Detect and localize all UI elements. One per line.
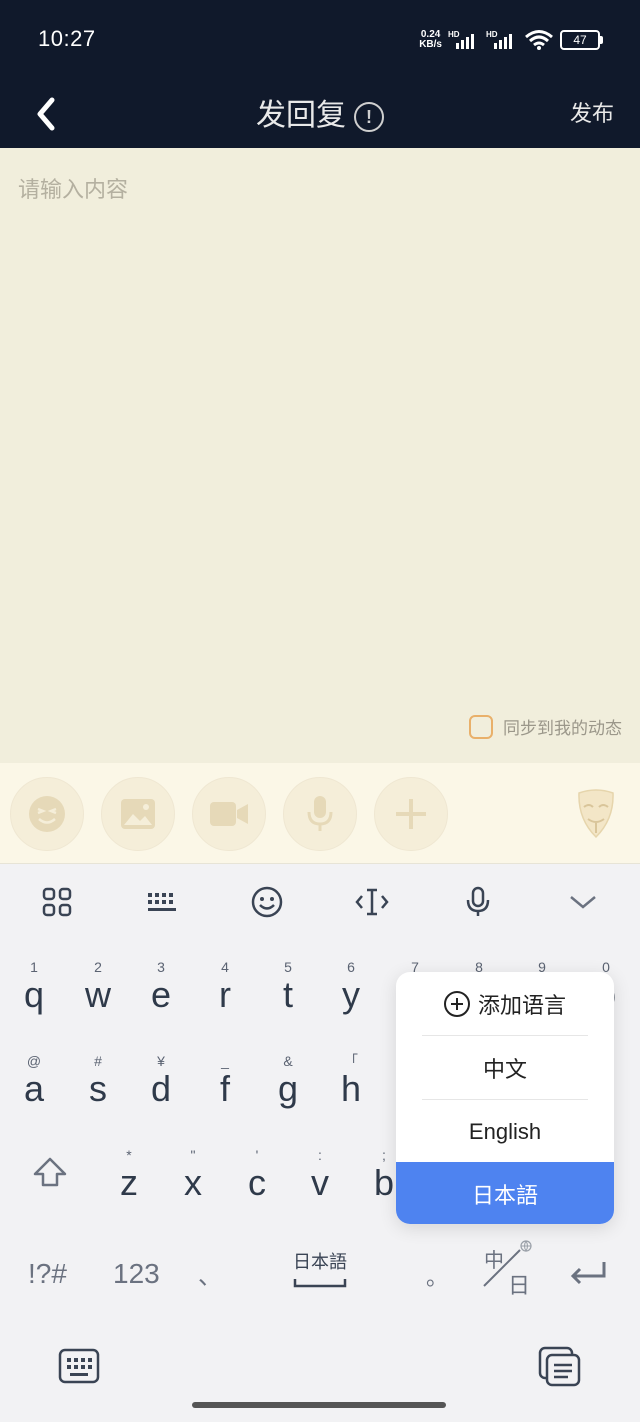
key-e[interactable]: 3e [133,958,189,1014]
svg-text:HD: HD [486,30,498,39]
header: 发回复! 发布 [0,80,640,148]
clipboard-icon[interactable] [538,1346,582,1388]
voice-button[interactable] [283,777,357,851]
plus-icon [396,799,426,829]
emoji-icon [29,796,65,832]
key-d[interactable]: ¥ d [133,1052,189,1108]
page-title: 发回复 [256,98,346,133]
key-f[interactable]: _ f [197,1052,253,1108]
key-q[interactable]: 1q [6,958,62,1014]
keyboard-switch-icon[interactable] [58,1348,100,1384]
battery-icon: 47 [560,30,603,50]
apps-grid-icon[interactable] [37,882,77,922]
key-s[interactable]: # s [70,1052,126,1108]
emoji-icon[interactable] [247,882,287,922]
space-bar-icon [293,1279,347,1288]
language-popup: 添加语言 中文 English 日本語 [396,972,614,1224]
attachment-toolbar [0,763,640,864]
key-t[interactable]: 5t [260,958,316,1014]
key-x[interactable]: " x [165,1146,221,1202]
sync-checkbox[interactable] [469,714,493,739]
shift-icon [33,1157,67,1187]
more-button[interactable] [374,777,448,851]
navigation-bar [0,1332,640,1422]
key-h[interactable]: 「h [323,1052,379,1108]
key-v[interactable]: :v [292,1146,348,1202]
home-indicator[interactable] [192,1402,446,1408]
key-r[interactable]: 4r [197,958,253,1014]
clock: 10:27 [38,26,96,51]
key-w[interactable]: 2w [70,958,126,1014]
cursor-control-icon[interactable] [352,882,392,922]
key-z[interactable]: * z [101,1146,157,1202]
signal-icon: HD [448,30,474,49]
reply-text-area[interactable]: 请输入内容 同步到我的动态 [0,148,640,763]
key-c[interactable]: ' c [229,1146,285,1202]
key-a[interactable]: @ a [6,1052,62,1108]
symbols-key[interactable]: !?# [28,1258,67,1290]
microphone-icon[interactable] [458,882,498,922]
space-key[interactable]: 日本語 [290,1248,350,1293]
image-icon [121,799,155,829]
collapse-keyboard-icon[interactable] [563,882,603,922]
microphone-icon [307,796,333,831]
numbers-key[interactable]: 123 [113,1258,160,1290]
keyboard-toolbar [0,864,640,942]
add-circle-icon [443,990,470,1017]
image-button[interactable] [101,777,175,851]
key-y[interactable]: 6y [323,958,379,1014]
publish-button[interactable]: 发布 [570,96,614,128]
wifi-icon [525,30,553,50]
language-switch-icon [483,1240,532,1287]
keyboard-layout-icon[interactable] [142,882,182,922]
video-icon [210,802,248,826]
sync-label: 同步到我的动态 [503,719,622,739]
svg-text:HD: HD [448,30,460,39]
signal-icon-2: HD [486,30,512,49]
enter-icon [570,1262,606,1285]
comma-key[interactable]: 、 [198,1256,222,1291]
shift-key[interactable] [22,1156,78,1192]
period-key[interactable]: 。 [426,1260,448,1292]
status-icons: 0.24 KB/s HD HD 47 [419,26,603,54]
editor-placeholder: 请输入内容 [18,178,129,203]
anonymous-mask-icon[interactable] [576,789,616,839]
key-g[interactable]: & g [260,1052,316,1108]
language-option-japanese[interactable]: 日本語 [396,1162,614,1224]
language-switch-key[interactable]: 中 日 [480,1240,536,1299]
language-option-chinese[interactable]: 中文 [396,1036,614,1099]
language-option-english[interactable]: English [396,1100,614,1163]
enter-key[interactable] [568,1258,612,1290]
sync-to-feed-option[interactable]: 同步到我的动态 [469,714,622,739]
info-icon[interactable]: ! [354,101,384,132]
add-language-label: 添加语言 [477,993,566,1019]
status-bar: 10:27 0.24 KB/s HD HD 47 [0,0,640,80]
space-key-label: 日本語 [293,1252,347,1273]
add-language-option[interactable]: 添加语言 [396,972,614,1035]
emoji-button[interactable] [10,777,84,851]
network-speed: 0.24 KB/s [419,29,442,50]
page-title-wrap: 发回复! [0,90,640,134]
video-button[interactable] [192,777,266,851]
